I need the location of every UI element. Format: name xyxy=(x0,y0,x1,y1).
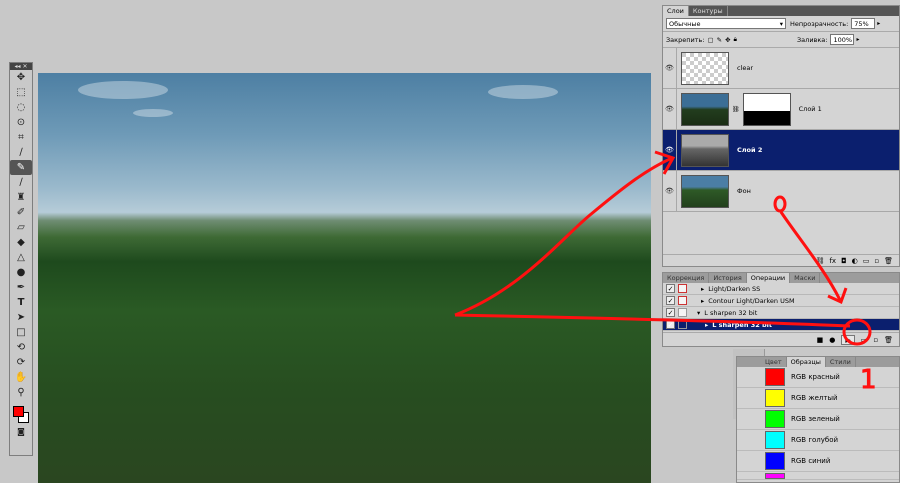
annotation-arrow-to-play xyxy=(779,211,842,301)
annotation-overlay: 1 xyxy=(454,150,877,396)
annotation-circle-small xyxy=(773,195,787,213)
annotation-number: 1 xyxy=(860,365,877,395)
annotation-circle-play xyxy=(842,318,872,346)
annotation-arrow-to-layer xyxy=(454,156,673,317)
annotation-line-to-play xyxy=(454,313,851,328)
